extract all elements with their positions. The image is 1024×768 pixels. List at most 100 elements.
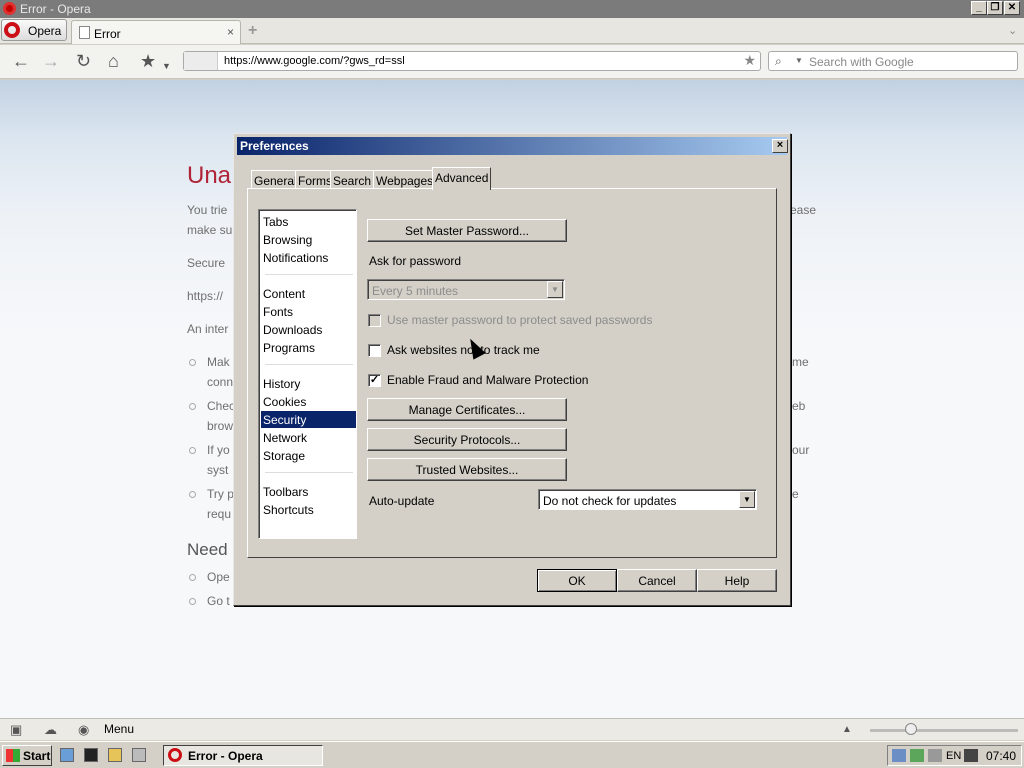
bookmark-star-icon[interactable]: ★ — [140, 52, 156, 70]
bookmark-dropdown-icon[interactable]: ▼ — [162, 57, 171, 75]
window-title-bar[interactable]: Error - Opera _ ❐ ✕ — [0, 0, 1024, 18]
search-engine-dropdown-icon[interactable]: ▼ — [795, 56, 803, 65]
fraud-protection-label: Enable Fraud and Malware Protection — [387, 373, 589, 387]
new-tab-button[interactable]: + — [248, 22, 257, 40]
need-item-2[interactable]: Go t — [207, 594, 230, 608]
speed-dial-icon[interactable]: ◉ — [78, 722, 89, 738]
tab-advanced[interactable]: Advanced — [432, 167, 492, 190]
start-button[interactable]: Start — [2, 745, 52, 766]
error-text-line-2: make su — [187, 223, 233, 237]
security-shield-icon[interactable] — [910, 749, 924, 762]
search-field[interactable]: ⌕ ▼ Search with Google — [768, 51, 1018, 71]
section-item-notifications[interactable]: Notifications — [261, 249, 356, 266]
window-icon[interactable] — [132, 748, 146, 762]
internet-text: An inter — [187, 322, 229, 336]
bullet-3-line-1: If yo — [207, 443, 230, 457]
set-master-password-button[interactable]: Set Master Password... — [367, 219, 567, 242]
ie-icon[interactable] — [60, 748, 74, 762]
tab-strip: Opera Error × + ⌄ — [0, 18, 1024, 44]
folder-icon[interactable] — [108, 748, 122, 762]
dialog-title-bar[interactable]: Preferences × — [237, 137, 788, 155]
section-item-content[interactable]: Content — [261, 285, 356, 302]
back-icon[interactable]: ← — [12, 52, 30, 70]
restore-button[interactable]: ❐ — [987, 1, 1003, 15]
do-not-track-checkbox[interactable] — [368, 344, 381, 357]
status-up-arrow-icon[interactable]: ▲ — [842, 724, 852, 735]
tab-forms[interactable]: Forms — [295, 170, 335, 189]
section-item-fonts[interactable]: Fonts — [261, 303, 356, 320]
dialog-close-button[interactable]: × — [772, 139, 788, 153]
taskbar-opera-button[interactable]: Error - Opera — [163, 745, 323, 766]
bullet-4-line-1: Try p — [207, 487, 234, 501]
section-item-browsing[interactable]: Browsing — [261, 231, 356, 248]
manage-certificates-button[interactable]: Manage Certificates... — [367, 398, 567, 421]
section-item-network[interactable]: Network — [261, 429, 356, 446]
menu-label[interactable]: Menu — [104, 722, 134, 736]
reload-icon[interactable]: ↻ — [76, 52, 91, 70]
trusted-websites-button[interactable]: Trusted Websites... — [367, 458, 567, 481]
tab-webpages[interactable]: Webpages — [373, 170, 437, 189]
section-item-cookies[interactable]: Cookies — [261, 393, 356, 410]
auto-update-select[interactable]: Do not check for updates ▼ — [538, 489, 757, 510]
zoom-slider-thumb[interactable] — [905, 723, 917, 735]
auto-update-label: Auto-update — [369, 494, 435, 508]
bullet-1-line-1: Mak — [207, 355, 230, 369]
zoom-slider[interactable] — [870, 729, 1018, 732]
tab-error[interactable]: Error × — [71, 20, 241, 44]
chevron-down-icon[interactable]: ▼ — [739, 491, 755, 508]
help-button[interactable]: Help — [697, 569, 777, 592]
ask-interval-select[interactable]: Every 5 minutes ▼ — [367, 279, 565, 300]
address-bar[interactable]: https://www.google.com/?gws_rd=ssl ★ — [183, 51, 761, 71]
error-text-line-1: You trie — [187, 203, 228, 217]
bullet-icon — [189, 447, 196, 454]
section-item-storage[interactable]: Storage — [261, 447, 356, 464]
tab-general[interactable]: General — [251, 170, 300, 189]
opera-menu-button[interactable]: Opera — [1, 19, 67, 41]
section-item-shortcuts[interactable]: Shortcuts — [261, 501, 356, 518]
volume-icon[interactable] — [928, 749, 942, 762]
bullet-1-line-2: conn — [207, 375, 234, 389]
security-protocols-button[interactable]: Security Protocols... — [367, 428, 567, 451]
fraud-protection-checkbox[interactable]: ✓ — [368, 374, 381, 387]
site-badge[interactable] — [184, 52, 218, 70]
section-item-programs[interactable]: Programs — [261, 339, 356, 356]
preferences-dialog: Preferences × General Forms Search Webpa… — [233, 133, 791, 606]
error-heading: Una — [187, 162, 232, 189]
bullet-3-line-2: syst — [207, 463, 229, 477]
home-icon[interactable]: ⌂ — [108, 52, 119, 70]
bullet-icon — [189, 574, 196, 581]
ok-button[interactable]: OK — [537, 569, 617, 592]
cmd-icon[interactable] — [84, 748, 98, 762]
bullet-1-end: me — [792, 355, 809, 369]
page-icon — [79, 26, 90, 39]
section-item-security[interactable]: Security — [261, 411, 356, 428]
section-list[interactable]: Tabs Browsing Notifications Content Font… — [258, 209, 357, 539]
dialog-title: Preferences — [240, 139, 309, 153]
tab-close-icon[interactable]: × — [227, 25, 234, 39]
section-item-toolbars[interactable]: Toolbars — [261, 483, 356, 500]
section-item-history[interactable]: History — [261, 375, 356, 392]
need-item-1[interactable]: Ope — [207, 570, 230, 584]
chevron-down-icon[interactable]: ▼ — [547, 281, 563, 298]
turbo-cloud-icon[interactable]: ☁ — [44, 722, 57, 738]
language-indicator[interactable]: EN — [946, 750, 961, 762]
opera-menu-label: Opera — [28, 24, 62, 38]
use-master-password-checkbox[interactable] — [368, 314, 381, 327]
section-item-tabs[interactable]: Tabs — [261, 213, 356, 230]
network-icon[interactable] — [892, 749, 906, 762]
cancel-button[interactable]: Cancel — [617, 569, 697, 592]
tab-menu-chevron-icon[interactable]: ⌄ — [1008, 24, 1017, 37]
bookmark-page-star-icon[interactable]: ★ — [743, 52, 756, 69]
bullet-icon — [189, 359, 196, 366]
tab-search[interactable]: Search — [330, 170, 375, 189]
panel-toggle-icon[interactable]: ▣ — [10, 722, 22, 738]
minimize-button[interactable]: _ — [971, 1, 987, 15]
windows-logo-icon — [6, 749, 20, 762]
start-label: Start — [23, 749, 51, 763]
app-tray-icon[interactable] — [964, 749, 978, 762]
close-window-button[interactable]: ✕ — [1004, 1, 1020, 15]
section-item-downloads[interactable]: Downloads — [261, 321, 356, 338]
section-divider — [265, 274, 353, 275]
forward-icon[interactable]: → — [42, 52, 60, 70]
address-url: https://www.google.com/?gws_rd=ssl — [224, 55, 405, 67]
